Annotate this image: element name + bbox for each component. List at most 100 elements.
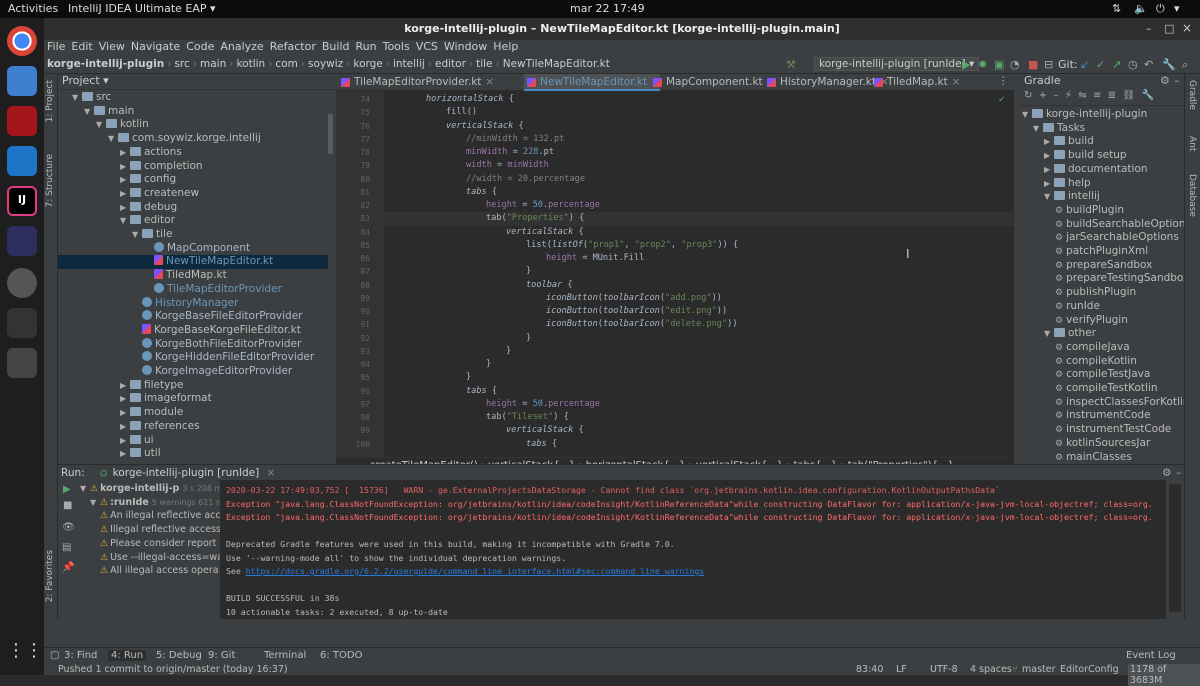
memory-indicator[interactable]: 1178 of 3683M [1128, 664, 1200, 686]
run-tree-row[interactable]: ⚠ Use --illegal-access=wa [100, 551, 220, 565]
collapsed-arrow-icon[interactable]: ▶ [1044, 163, 1054, 177]
nav-crumb[interactable]: korge [350, 56, 385, 72]
project-tree-row[interactable]: ▶ actions [58, 146, 328, 160]
profile-icon[interactable]: ◔ [1010, 58, 1020, 71]
run-tree-row[interactable]: ▼⚠:runIde5 warnings 611 ms [90, 496, 220, 510]
vscode-icon[interactable] [7, 146, 37, 176]
expanded-arrow-icon[interactable]: ▼ [1044, 190, 1054, 204]
pin-icon[interactable]: 📌 [62, 562, 74, 573]
nav-crumb[interactable]: korge-intellij-plugin [44, 56, 167, 72]
intellij-icon[interactable]: IJ [7, 186, 37, 216]
project-tree-row[interactable]: ▼ kotlin [58, 118, 328, 132]
wrench-icon[interactable]: 🔧 [1162, 58, 1176, 71]
gradle-tree-row[interactable]: ▶ build setup [1020, 149, 1127, 163]
gradle-tree-row[interactable]: ⚙ prepareSandbox [1020, 259, 1152, 273]
activities-button[interactable]: Activities [8, 2, 58, 15]
clock[interactable]: mar 22 17:49 [570, 2, 645, 15]
gradle-tree-row[interactable]: ⚙ instrumentCode [1020, 409, 1151, 423]
gradle-tree-row[interactable]: ▼ intellij [1020, 190, 1100, 204]
rollback-icon[interactable]: ↶ [1144, 58, 1153, 71]
find-tool-button[interactable]: 3: Find [64, 650, 97, 661]
gradle-tree-row[interactable]: ⚙ compileJava [1020, 341, 1130, 355]
hammer-icon[interactable]: ⚒ [786, 58, 796, 71]
gradle-tree-row[interactable]: ⚙ mainClasses [1020, 451, 1132, 465]
stop-run-icon[interactable]: ■ [63, 500, 72, 511]
maximize-icon[interactable]: □ [1164, 22, 1174, 35]
writer-icon[interactable] [7, 66, 37, 96]
project-scrollbar[interactable] [328, 114, 333, 154]
menu-vcs[interactable]: VCS [416, 40, 438, 53]
collapsed-arrow-icon[interactable]: ▶ [120, 447, 130, 461]
git-tool-button[interactable]: 9: Git [208, 650, 235, 661]
debug-icon[interactable]: ✹ [978, 58, 987, 71]
tab-close-icon[interactable]: × [485, 76, 494, 88]
history-icon[interactable]: ◷ [1128, 58, 1138, 71]
line-separator[interactable]: LF [896, 664, 907, 675]
ant-tool-button[interactable]: Ant [1187, 136, 1197, 151]
collapsed-arrow-icon[interactable]: ▶ [120, 201, 130, 215]
run-tree-row[interactable]: ⚠ Please consider report [100, 537, 216, 551]
gradle-tree-row[interactable]: ⚙ instrumentTestCode [1020, 423, 1171, 437]
project-tree-row[interactable]: ▼ src [58, 91, 328, 105]
run-tree-row[interactable]: ⚠ Illegal reflective access [100, 523, 220, 537]
menu-tools[interactable]: Tools [383, 40, 410, 53]
favorites-tool-button[interactable]: 2: Favorites [45, 550, 55, 602]
editor-tab[interactable]: NewTileMapEditor.kt × [524, 74, 660, 91]
expanded-arrow-icon[interactable]: ▼ [1022, 108, 1032, 122]
gradle-tree-row[interactable]: ⚙ kotlinSourcesJar [1020, 437, 1150, 451]
collapsed-arrow-icon[interactable]: ▶ [120, 146, 130, 160]
gradle-tree-row[interactable]: ⚙ compileTestKotlin [1020, 382, 1158, 396]
gradle-tree-row[interactable]: ▼ korge-intellij-plugin [1020, 108, 1147, 122]
menu-code[interactable]: Code [186, 40, 214, 53]
android-studio-icon[interactable] [7, 226, 37, 256]
collapsed-arrow-icon[interactable]: ▶ [120, 420, 130, 434]
run-tree-row[interactable]: ⚠ All illegal access opera [100, 564, 219, 578]
view-icon[interactable]: 👁 [62, 522, 75, 533]
expanded-arrow-icon[interactable]: ▼ [84, 105, 94, 119]
menu-window[interactable]: Window [444, 40, 487, 53]
menu-edit[interactable]: Edit [71, 40, 92, 53]
gradle-tree-row[interactable]: ⚙ compileTestJava [1020, 368, 1150, 382]
project-tree-row[interactable]: ▼ tile [58, 228, 328, 242]
gradle-tree-row[interactable]: ⚙ buildSearchableOptions [1020, 218, 1184, 232]
menu-build[interactable]: Build [322, 40, 350, 53]
project-tree-row[interactable]: KorgeHiddenFileEditorProvider [58, 351, 328, 365]
project-tree-row[interactable]: ▶ config [58, 173, 328, 187]
project-tree-row[interactable]: ▼ main [58, 105, 328, 119]
expanded-arrow-icon[interactable]: ▼ [96, 118, 106, 132]
expanded-arrow-icon[interactable]: ▼ [1044, 327, 1054, 341]
project-tree-row[interactable]: HistoryManager [58, 296, 328, 311]
close-icon[interactable]: × [1182, 21, 1192, 35]
project-panel-header[interactable]: Project ▾ [58, 74, 336, 90]
nav-crumb[interactable]: intellij [390, 56, 428, 72]
menu-refactor[interactable]: Refactor [270, 40, 316, 53]
menu-run[interactable]: Run [356, 40, 377, 53]
run-configuration-select[interactable]: korge-intellij-plugin [runIde] ▾ [814, 57, 980, 71]
refresh-icon[interactable]: ↻ [1024, 90, 1032, 101]
nav-crumb[interactable]: tile [473, 56, 495, 72]
gradle-settings-icon[interactable]: 🔧 [1142, 90, 1154, 101]
menu-view[interactable]: View [99, 40, 125, 53]
project-tree-row[interactable]: KorgeImageEditorProvider [58, 365, 328, 379]
project-tree-row[interactable]: ▶ module [58, 406, 328, 420]
gradle-tree-row[interactable]: ▶ build [1020, 135, 1094, 149]
collapsed-arrow-icon[interactable]: ▶ [120, 187, 130, 201]
network-icon[interactable]: ⇅ [1112, 2, 1121, 15]
project-tree-row[interactable]: ▶ filetype [58, 379, 328, 393]
run-console[interactable]: 2020-03-22 17:49:03,752 [ 15736] WARN - … [220, 480, 1166, 619]
project-tree-row[interactable]: ▶ ui [58, 434, 328, 448]
gradle-tree-row[interactable]: ⚙ buildPlugin [1020, 204, 1124, 218]
terminal-tool-button[interactable]: Terminal [264, 650, 306, 661]
app-menu[interactable]: IntelliJ IDEA Ultimate EAP ▾ [68, 2, 216, 15]
gradle-tree-row[interactable]: ▼ Tasks [1020, 122, 1085, 136]
run-icon[interactable]: ▶ [962, 58, 970, 71]
event-log-tool-button[interactable]: Event Log [1126, 650, 1176, 661]
rerun-icon[interactable]: ▶ [63, 484, 71, 495]
project-tree-row[interactable]: ▶ references [58, 420, 328, 434]
expanded-arrow-icon[interactable]: ▼ [108, 132, 118, 146]
gradle-tool-button[interactable]: Gradle [1187, 80, 1197, 110]
todo-tool-button[interactable]: 6: TODO [320, 650, 362, 661]
system-menu-icon[interactable]: ▾ [1174, 2, 1180, 15]
gradle-tree-row[interactable]: ⚙ publishPlugin [1020, 286, 1136, 300]
git-commit-icon[interactable]: ✓ [1096, 58, 1105, 71]
